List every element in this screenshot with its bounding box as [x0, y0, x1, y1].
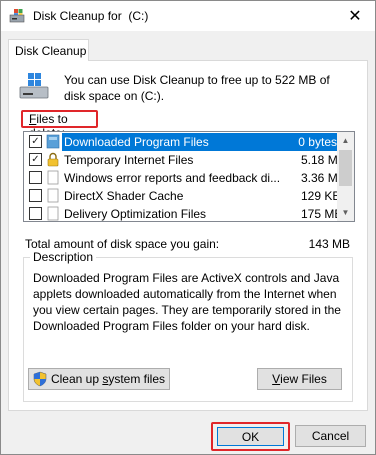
- scroll-thumb[interactable]: [339, 150, 352, 186]
- ok-label: OK: [241, 429, 260, 444]
- item-size: 3.36 MB: [301, 171, 346, 185]
- shield-icon: [33, 371, 47, 387]
- list-item[interactable]: Delivery Optimization Files 175 MB: [24, 205, 343, 221]
- tab-panel: You can use Disk Cleanup to free up to 5…: [8, 60, 368, 411]
- item-name: Windows error reports and feedback di...: [64, 171, 281, 185]
- item-name: Downloaded Program Files: [62, 133, 301, 151]
- blank-file-icon: [47, 170, 59, 185]
- scroll-down-icon[interactable]: ▼: [337, 204, 354, 221]
- total-value: 143 MB: [308, 237, 350, 251]
- checkbox[interactable]: [29, 189, 42, 202]
- close-button[interactable]: ✕: [335, 1, 375, 31]
- close-icon: ✕: [348, 8, 362, 25]
- cleanup-label-rest: ystem files: [108, 372, 166, 386]
- intro-text: You can use Disk Cleanup to free up to 5…: [64, 73, 330, 103]
- checkbox[interactable]: [29, 207, 42, 220]
- cancel-button[interactable]: Cancel: [295, 425, 366, 447]
- total-label: Total amount of disk space you gain:: [25, 237, 220, 251]
- item-size: 0 bytes: [286, 133, 337, 151]
- cancel-label: Cancel: [311, 429, 350, 443]
- vertical-scrollbar[interactable]: ▲ ▼: [337, 132, 354, 221]
- item-size: 5.18 MB: [301, 153, 346, 167]
- tab-label: Disk Cleanup: [15, 44, 87, 58]
- item-name: DirectX Shader Cache: [64, 189, 184, 203]
- ok-highlight: OK: [211, 422, 290, 451]
- checkbox[interactable]: [29, 171, 42, 184]
- item-size: 129 KB: [301, 189, 341, 203]
- item-name: Temporary Internet Files: [64, 153, 194, 167]
- blank-file-icon: [47, 206, 59, 221]
- list-item[interactable]: DirectX Shader Cache 129 KB: [24, 187, 341, 205]
- description-text: Downloaded Program Files are ActiveX con…: [33, 271, 341, 333]
- disk-cleanup-dialog: Disk Cleanup for (C:) ✕ Disk Cleanup You…: [0, 0, 376, 455]
- list-item[interactable]: Windows error reports and feedback di...…: [24, 169, 346, 187]
- blank-file-icon: [47, 188, 59, 203]
- files-list[interactable]: ✓ Downloaded Program Files 0 bytes ✓ Tem…: [23, 131, 355, 222]
- checkbox[interactable]: ✓: [29, 135, 42, 148]
- checkbox[interactable]: ✓: [29, 153, 42, 166]
- files-to-delete-label: Files to delete:: [21, 110, 98, 140]
- clean-up-system-files-button[interactable]: Clean up s ystem files: [28, 368, 170, 390]
- cleanup-label-prefix: Clean up: [50, 372, 103, 386]
- lock-icon: [47, 152, 59, 167]
- view-files-button[interactable]: View Files: [257, 368, 342, 390]
- list-item[interactable]: ✓ Downloaded Program Files 0 bytes: [24, 133, 337, 151]
- folder-icon: [46, 134, 60, 149]
- window-title: Disk Cleanup for (C:): [33, 9, 149, 23]
- description-legend: Description: [30, 250, 97, 264]
- ok-button[interactable]: OK: [217, 427, 284, 446]
- view-label-rest: iew Files: [280, 372, 327, 386]
- scroll-up-icon[interactable]: ▲: [337, 132, 354, 149]
- tab-disk-cleanup[interactable]: Disk Cleanup: [8, 39, 89, 61]
- item-size: 175 MB: [301, 207, 343, 221]
- disk-cleanup-icon: [9, 9, 25, 23]
- view-accesskey: V: [272, 372, 281, 386]
- title-bar[interactable]: Disk Cleanup for (C:) ✕: [1, 1, 375, 31]
- item-name: Delivery Optimization Files: [64, 207, 207, 221]
- drive-icon: [19, 73, 49, 99]
- list-item[interactable]: ✓ Temporary Internet Files 5.18 MB: [24, 151, 346, 169]
